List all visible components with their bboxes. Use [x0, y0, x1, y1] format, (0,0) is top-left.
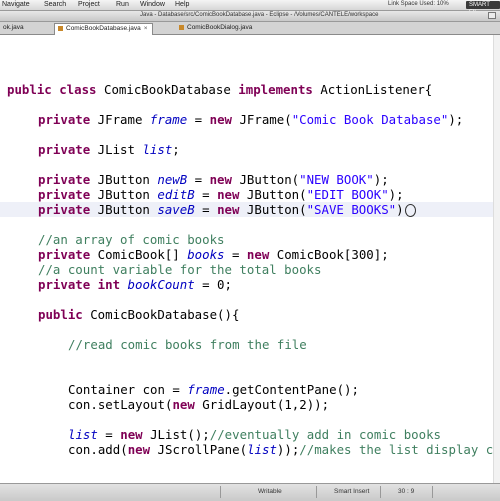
tab-ok-java[interactable]: ok.java: [0, 23, 28, 33]
menu-window[interactable]: Window: [140, 1, 165, 8]
status-cursor-position: 30 : 9: [398, 488, 415, 495]
tab-label: ComicBookDialog.java: [187, 24, 253, 31]
java-file-icon: [179, 24, 184, 30]
divider: [432, 486, 433, 498]
menu-navigate[interactable]: Navigate: [2, 1, 30, 8]
menu-bar: Navigate Search Project Run Window Help …: [0, 0, 500, 16]
code-line: private JButton newB = new JButton("NEW …: [38, 172, 389, 187]
code-line: Container con = frame.getContentPane();: [68, 382, 359, 397]
code-line: private JButton editB = new JButton("EDI…: [38, 187, 404, 202]
code-comment: //an array of comic books: [38, 232, 225, 247]
status-insert-mode: Smart Insert: [334, 488, 370, 495]
cursor-icon: [404, 204, 416, 217]
menu-help[interactable]: Help: [175, 1, 189, 8]
disk-status: Link Space Used: 10%: [388, 1, 449, 7]
tab-label: ComicBookDatabase.java: [66, 25, 141, 32]
divider: [220, 486, 221, 498]
menu-project[interactable]: Project: [78, 1, 100, 8]
menu-search[interactable]: Search: [44, 1, 66, 8]
code-line: con.add(new JScrollPane(list));//makes t…: [68, 442, 500, 457]
code-line: con.setLayout(new GridLayout(1,2));: [68, 397, 330, 412]
tab-comicbookdatabase-java[interactable]: ComicBookDatabase.java ×: [54, 23, 153, 35]
java-file-icon: [58, 25, 63, 31]
smart-badge[interactable]: SMART FIL: [466, 1, 500, 16]
tab-label: ok.java: [3, 24, 24, 31]
window-title-bar: Java - Database/src/ComicBookDatabase.ja…: [0, 11, 500, 22]
editor-tab-bar: ok.java ComicBookDatabase.java × ComicBoo…: [0, 22, 500, 35]
code-line: private int bookCount = 0;: [38, 277, 232, 292]
code-line: private JFrame frame = new JFrame("Comic…: [38, 112, 464, 127]
zoom-button[interactable]: [488, 12, 496, 19]
divider: [380, 486, 381, 498]
code-comment: //read comic books from the file: [68, 337, 307, 352]
status-writable: Writable: [258, 488, 282, 495]
menu-run[interactable]: Run: [116, 1, 129, 8]
code-line: private ComicBook[] books = new ComicBoo…: [38, 247, 389, 262]
tab-comicbookdialog-java[interactable]: ComicBookDialog.java: [176, 23, 256, 33]
code-line: public ComicBookDatabase(){: [38, 307, 240, 322]
window-title: Java - Database/src/ComicBookDatabase.ja…: [140, 12, 379, 18]
status-bar: Writable Smart Insert 30 : 9: [0, 483, 500, 501]
code-line: private JList list;: [38, 142, 180, 157]
code-line: list = new JList();//eventually add in c…: [68, 427, 442, 442]
code-line: public class ComicBookDatabase implement…: [7, 82, 433, 97]
code-line-current: private JButton saveB = new JButton("SAV…: [38, 202, 416, 217]
code-comment: //a count variable for the total books: [38, 262, 322, 277]
divider: [316, 486, 317, 498]
close-icon[interactable]: ×: [144, 25, 148, 32]
vertical-scrollbar[interactable]: [493, 35, 500, 483]
code-editor[interactable]: public class ComicBookDatabase implement…: [0, 35, 500, 483]
